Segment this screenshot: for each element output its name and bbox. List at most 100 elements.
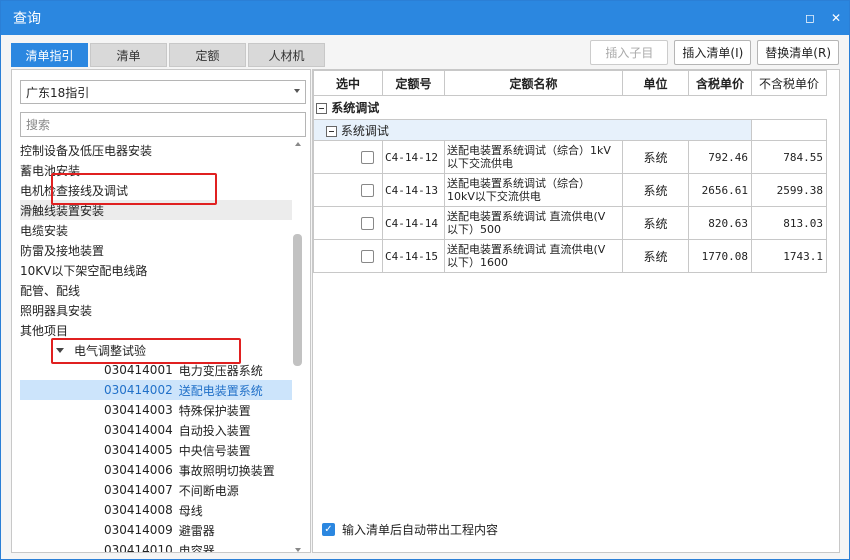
auto-bring-label: 输入清单后自动带出工程内容 bbox=[342, 523, 499, 537]
tree-item-label: 蓄电池安装 bbox=[20, 163, 81, 178]
row-unit: 系统 bbox=[622, 239, 689, 273]
tree-leaf-code: 030414001 bbox=[104, 363, 173, 377]
row-unit: 系统 bbox=[622, 206, 689, 240]
tree-item-label: 10KV以下架空配电线路 bbox=[20, 263, 148, 278]
tree-item[interactable]: 控制设备及低压电器安装 bbox=[20, 142, 292, 160]
group-label: 系统调试 bbox=[331, 101, 380, 115]
table-header: 选中 定额号 定额名称 单位 含税单价 不含税单价 bbox=[313, 70, 827, 96]
scroll-up-icon[interactable] bbox=[295, 142, 301, 146]
row-notax-price: 813.03 bbox=[751, 206, 827, 240]
tab-quota[interactable]: 定额 bbox=[169, 43, 246, 67]
row-code: C4-14-14 bbox=[382, 206, 445, 240]
tree-leaf-code: 030414007 bbox=[104, 483, 173, 497]
tree-item-expanded[interactable]: 电气调整试验 bbox=[20, 340, 292, 360]
tree-item[interactable]: 防雷及接地装置 bbox=[20, 240, 292, 260]
tree-leaf-code: 030414008 bbox=[104, 503, 173, 517]
tree-item-label: 滑触线装置安装 bbox=[20, 203, 105, 218]
row-notax-price: 2599.38 bbox=[751, 173, 827, 207]
group-row[interactable]: 系统调试 bbox=[313, 95, 827, 120]
tree-leaf-label: 电力变压器系统 bbox=[178, 363, 263, 378]
row-tax-price: 1770.08 bbox=[688, 239, 752, 273]
tree-leaf-code: 030414006 bbox=[104, 463, 173, 477]
scroll-down-icon[interactable] bbox=[295, 548, 301, 552]
row-name: 送配电装置系统调试（综合）1kV 以下交流供电 bbox=[444, 140, 623, 174]
tree-leaf-label: 送配电装置系统 bbox=[178, 383, 263, 398]
tree-item[interactable]: 配管、配线 bbox=[20, 280, 292, 300]
tree-leaf[interactable]: 030414003 特殊保护装置 bbox=[20, 400, 292, 420]
col-header-select[interactable]: 选中 bbox=[313, 70, 383, 96]
row-name: 送配电装置系统调试 直流供电(V 以下）1600 bbox=[444, 239, 623, 273]
tree-leaf-label: 不间断电源 bbox=[178, 483, 239, 498]
tree-item[interactable]: 10KV以下架空配电线路 bbox=[20, 260, 292, 280]
search-input[interactable]: 搜索 bbox=[20, 112, 306, 137]
tree-item[interactable]: 电缆安装 bbox=[20, 220, 292, 240]
tree-leaf-selected[interactable]: 030414002 送配电装置系统 bbox=[20, 380, 292, 400]
table-row[interactable]: C4-14-14 送配电装置系统调试 直流供电(V 以下）500 系统 820.6… bbox=[313, 206, 827, 240]
tab-list-guide[interactable]: 清单指引 bbox=[11, 43, 88, 67]
insert-child-button[interactable]: 插入子目 bbox=[590, 40, 669, 65]
quota-table: 选中 定额号 定额名称 单位 含税单价 不含税单价 系统调试 系统调试 C4-1… bbox=[313, 70, 827, 273]
collapse-icon[interactable] bbox=[316, 103, 327, 114]
table-row[interactable]: C4-14-12 送配电装置系统调试（综合）1kV 以下交流供电 系统 792.4… bbox=[313, 140, 827, 174]
tree-item-label: 电机检查接线及调试 bbox=[20, 183, 129, 198]
tree-item-label: 配管、配线 bbox=[20, 283, 81, 298]
tree-leaf[interactable]: 030414001 电力变压器系统 bbox=[20, 360, 292, 380]
col-header-unit[interactable]: 单位 bbox=[622, 70, 689, 96]
col-header-notax-price[interactable]: 不含税单价 bbox=[751, 70, 827, 96]
tree-leaf-code: 030414004 bbox=[104, 423, 173, 437]
tree-leaf-label: 母线 bbox=[178, 503, 203, 518]
tree-item[interactable]: 滑触线装置安装 bbox=[20, 200, 292, 220]
auto-bring-option[interactable]: ✓ 输入清单后自动带出工程内容 bbox=[322, 521, 498, 538]
guide-select[interactable]: 广东18指引 bbox=[20, 80, 306, 104]
tree-leaf-code: 030414009 bbox=[104, 523, 173, 537]
row-code: C4-14-13 bbox=[382, 173, 445, 207]
row-name: 送配电装置系统调试 直流供电(V 以下）500 bbox=[444, 206, 623, 240]
tree-item[interactable]: 其他项目 bbox=[20, 320, 292, 340]
tab-materials[interactable]: 人材机 bbox=[248, 43, 325, 67]
restore-icon[interactable]: ◻ bbox=[797, 5, 823, 31]
row-checkbox[interactable] bbox=[361, 217, 374, 230]
scroll-thumb[interactable] bbox=[293, 234, 302, 366]
title-bar: 查询 ◻ ✕ bbox=[1, 1, 849, 35]
row-notax-price: 784.55 bbox=[751, 140, 827, 174]
col-header-name[interactable]: 定额名称 bbox=[444, 70, 623, 96]
guide-tree: 控制设备及低压电器安装 蓄电池安装 电机检查接线及调试 滑触线装置安装 电缆安装… bbox=[20, 142, 292, 552]
tree-leaf-label: 特殊保护装置 bbox=[178, 403, 251, 418]
row-unit: 系统 bbox=[622, 140, 689, 174]
row-tax-price: 792.46 bbox=[688, 140, 752, 174]
row-checkbox[interactable] bbox=[361, 151, 374, 164]
replace-list-button[interactable]: 替换清单(R) bbox=[757, 40, 839, 65]
insert-list-button[interactable]: 插入清单(I) bbox=[674, 40, 752, 65]
tree-item[interactable]: 照明器具安装 bbox=[20, 300, 292, 320]
tree-item-label: 控制设备及低压电器安装 bbox=[20, 143, 153, 158]
row-code: C4-14-15 bbox=[382, 239, 445, 273]
row-checkbox[interactable] bbox=[361, 184, 374, 197]
tree-leaf[interactable]: 030414005 中央信号装置 bbox=[20, 440, 292, 460]
quota-table-panel: 选中 定额号 定额名称 单位 含税单价 不含税单价 系统调试 系统调试 C4-1… bbox=[312, 69, 840, 553]
tab-list[interactable]: 清单 bbox=[90, 43, 167, 67]
query-dialog: 查询 ◻ ✕ 清单指引 清单 定额 人材机 插入子目 插入清单(I) 替换清单(… bbox=[0, 0, 850, 560]
tree-leaf[interactable]: 030414009 避雷器 bbox=[20, 520, 292, 540]
tree-item[interactable]: 电机检查接线及调试 bbox=[20, 180, 292, 200]
subgroup-row[interactable]: 系统调试 bbox=[313, 119, 827, 141]
checkmark-icon[interactable]: ✓ bbox=[322, 523, 335, 536]
row-tax-price: 820.63 bbox=[688, 206, 752, 240]
close-icon[interactable]: ✕ bbox=[823, 5, 849, 31]
tree-item[interactable]: 蓄电池安装 bbox=[20, 160, 292, 180]
tree-item-label: 防雷及接地装置 bbox=[20, 243, 105, 258]
tree-leaf[interactable]: 030414010 电容器 bbox=[20, 540, 292, 552]
col-header-code[interactable]: 定额号 bbox=[382, 70, 445, 96]
tree-item-label: 照明器具安装 bbox=[20, 303, 93, 318]
collapse-icon[interactable] bbox=[326, 125, 337, 137]
caret-down-icon bbox=[56, 347, 64, 353]
tree-leaf[interactable]: 030414006 事故照明切换装置 bbox=[20, 460, 292, 480]
guide-panel: 广东18指引 搜索 控制设备及低压电器安装 蓄电池安装 电机检查接线及调试 滑触… bbox=[11, 69, 311, 553]
tree-leaf[interactable]: 030414008 母线 bbox=[20, 500, 292, 520]
tree-scrollbar[interactable] bbox=[293, 142, 303, 552]
col-header-tax-price[interactable]: 含税单价 bbox=[688, 70, 752, 96]
tree-leaf[interactable]: 030414007 不间断电源 bbox=[20, 480, 292, 500]
table-row[interactable]: C4-14-15 送配电装置系统调试 直流供电(V 以下）1600 系统 1770… bbox=[313, 239, 827, 273]
tree-leaf[interactable]: 030414004 自动投入装置 bbox=[20, 420, 292, 440]
row-checkbox[interactable] bbox=[361, 250, 374, 263]
table-row[interactable]: C4-14-13 送配电装置系统调试（综合） 10kV以下交流供电 系统 2656… bbox=[313, 173, 827, 207]
